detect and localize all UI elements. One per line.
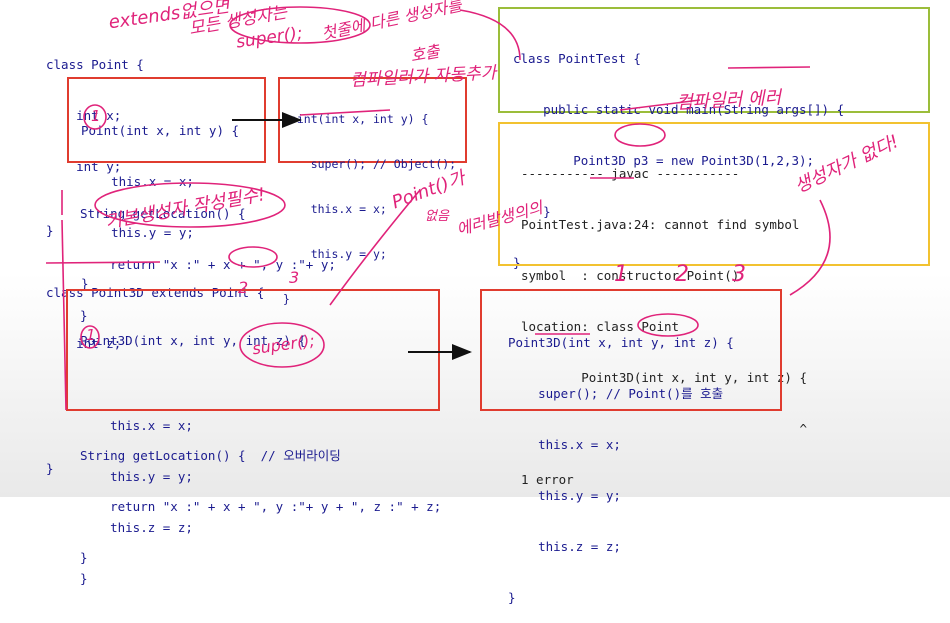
code-line: this.z = z; bbox=[508, 539, 621, 554]
arrow-stroke bbox=[459, 9, 521, 61]
code-line: return "x :" + x + ", y :"+ y + ", z :" … bbox=[80, 499, 442, 514]
arrow-stroke bbox=[789, 199, 831, 296]
underline-stroke bbox=[299, 109, 391, 116]
annotation-num-3: 3 bbox=[732, 262, 746, 287]
arrow-stroke bbox=[61, 219, 67, 411]
annotation-left-3: 3 bbox=[289, 268, 300, 287]
circle-stroke bbox=[637, 313, 699, 337]
underline-stroke bbox=[727, 66, 811, 69]
annotation-left-1: 1 bbox=[86, 326, 96, 344]
annotation-compile-error: 컴파일러 에러 bbox=[675, 87, 782, 114]
code-line: } bbox=[80, 550, 88, 565]
annotation-num-2: 2 bbox=[675, 262, 689, 287]
annotation-left-2: 2 bbox=[238, 278, 249, 297]
annotation-num-1: 1 bbox=[614, 262, 628, 287]
circle-stroke bbox=[228, 246, 278, 268]
annotation-no-point: 없음 bbox=[425, 209, 449, 224]
annotation-circle-1: 1 bbox=[91, 107, 101, 125]
code-line: } bbox=[508, 590, 516, 605]
circle-stroke bbox=[614, 123, 666, 147]
